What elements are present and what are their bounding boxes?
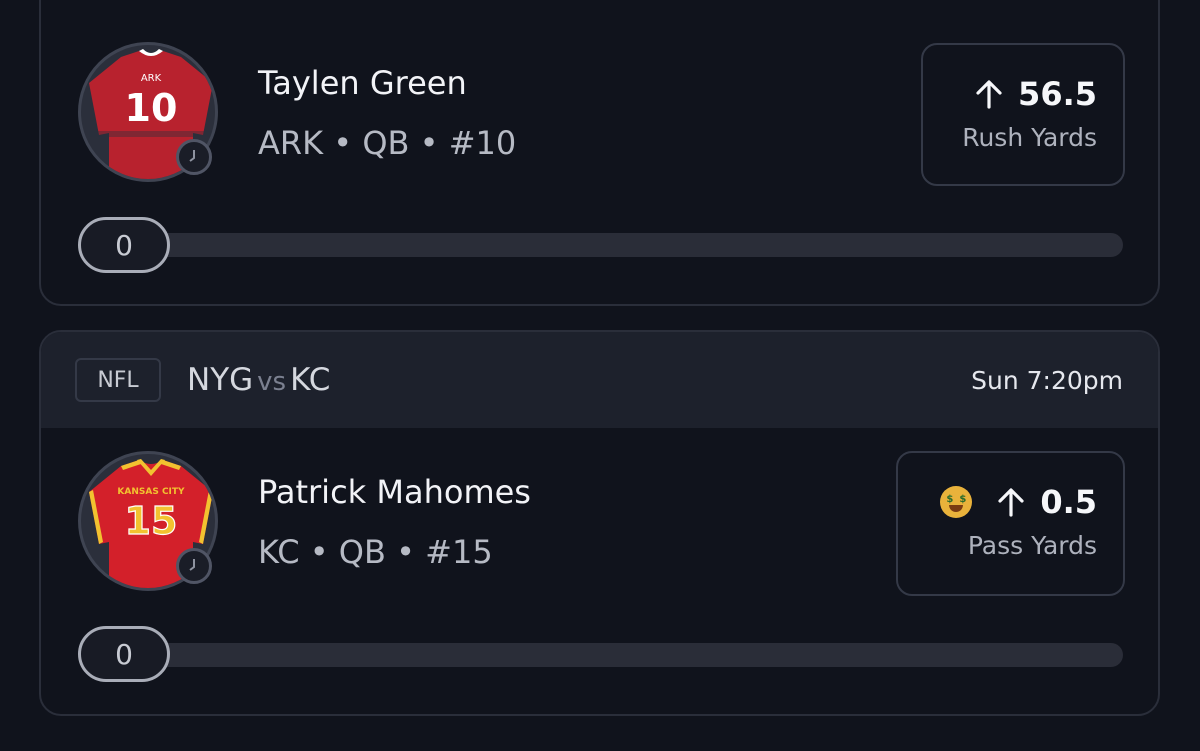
svg-text:15: 15 [125, 499, 178, 543]
clock-icon [176, 139, 212, 175]
svg-text:KANSAS CITY: KANSAS CITY [117, 487, 185, 497]
clock-icon [176, 548, 212, 584]
pick-stat: Pass Yards [967, 531, 1097, 560]
arrow-up-icon [976, 80, 1002, 109]
away-team: KC [290, 362, 331, 398]
pick-box[interactable]: 56.5 Rush Yards [921, 43, 1125, 186]
player-card-taylen-green[interactable]: ARK 10 Taylen Green ARK • QB • #10 56.5 … [39, 0, 1160, 306]
pick-box[interactable]: $ $ 0.5 Pass Yards [896, 451, 1125, 596]
pick-line: 0.5 [1040, 483, 1097, 521]
home-team: NYG [187, 362, 254, 398]
player-meta: KC • QB • #15 [258, 533, 493, 571]
progress-value: 0 [78, 626, 170, 682]
progress-track [81, 233, 1123, 257]
league-badge: NFL [75, 358, 161, 402]
player-card-patrick-mahomes[interactable]: NFL NYG vs KC Sun 7:20pm KANSAS CITY 15 Pa… [39, 330, 1160, 716]
game-time: Sun 7:20pm [971, 365, 1123, 395]
arrow-up-icon [998, 488, 1024, 517]
game-header: NFL NYG vs KC Sun 7:20pm [41, 332, 1158, 428]
svg-text:10: 10 [125, 86, 178, 130]
progress-track [81, 643, 1123, 667]
player-meta: ARK • QB • #10 [258, 124, 517, 162]
vs-label: vs [257, 367, 287, 397]
player-name[interactable]: Patrick Mahomes [258, 473, 531, 511]
progress-value: 0 [78, 217, 170, 273]
matchup: NYG vs KC [187, 362, 330, 398]
svg-text:ARK: ARK [141, 73, 162, 84]
pick-stat: Rush Yards [962, 123, 1097, 152]
pick-line: 56.5 [1018, 75, 1097, 113]
player-name[interactable]: Taylen Green [258, 64, 467, 102]
money-mouth-face-icon: $ $ [940, 486, 973, 518]
